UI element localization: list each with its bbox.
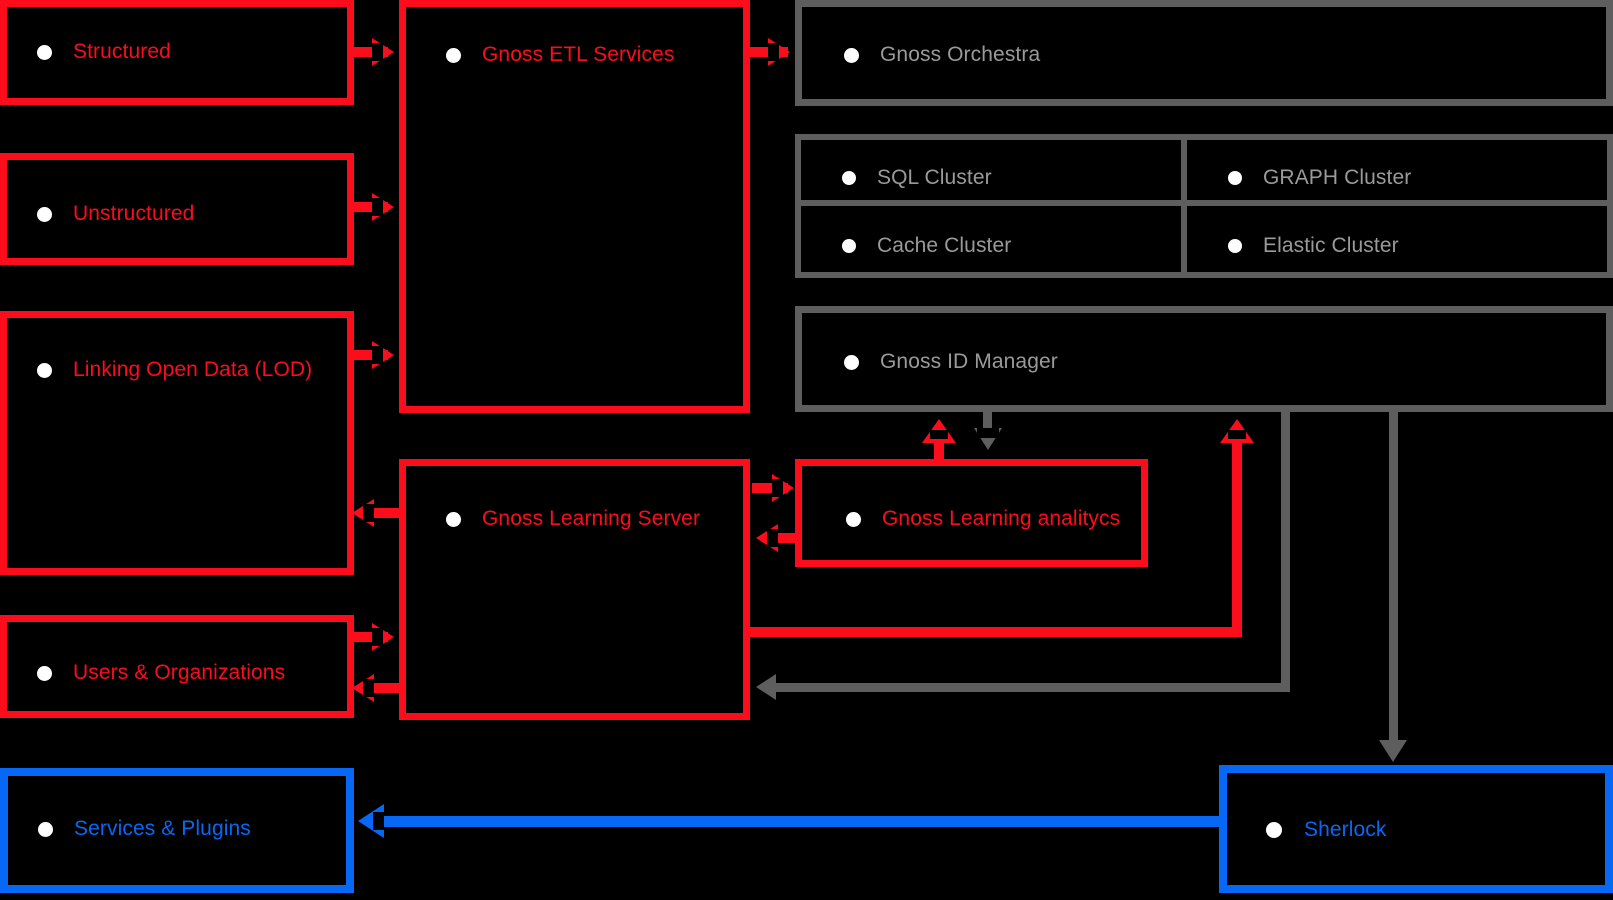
node-label: Unstructured [73,202,195,225]
arrowhead-notch [930,430,948,439]
filled-dot-icon [838,504,868,534]
node-graph-cluster[interactable]: GRAPH Cluster [1181,134,1613,206]
node-gnoss-orchestra[interactable]: Gnoss Orchestra [795,0,1613,106]
filled-dot-icon [1221,164,1249,192]
node-label: Gnoss ETL Services [482,43,675,66]
filled-dot-icon [438,40,468,70]
node-lod[interactable]: Linking Open Data (LOD) [0,311,354,575]
architecture-diagram: Structured Unstructured Linking Open Dat… [0,0,1613,900]
arrowhead-notch [363,504,374,522]
node-sql-cluster[interactable]: SQL Cluster [795,134,1207,206]
arrowhead-notch [772,479,783,497]
node-label: Services & Plugins [74,817,251,840]
filled-dot-icon [1258,814,1290,846]
node-label: Gnoss Learning analitycs [882,507,1121,530]
edge-learningserver-to-idmanager-horizontal [750,627,1242,637]
arrowhead-notch [372,628,383,646]
node-label: Gnoss Learning Server [482,507,701,530]
arrowhead-notch [372,346,383,364]
node-cache-cluster[interactable]: Cache Cluster [795,200,1207,278]
node-elastic-cluster[interactable]: Elastic Cluster [1181,200,1613,278]
node-gnoss-learning-server[interactable]: Gnoss Learning Server [399,459,750,720]
filled-dot-icon [29,199,59,229]
filled-dot-icon [1221,232,1249,260]
filled-dot-icon [836,40,866,70]
node-users-organizations[interactable]: Users & Organizations [0,615,354,718]
node-gnoss-etl-services[interactable]: Gnoss ETL Services [399,0,750,413]
node-sherlock[interactable]: Sherlock [1219,765,1613,893]
node-label: Users & Organizations [73,661,286,684]
filled-dot-icon [29,37,59,67]
node-unstructured[interactable]: Unstructured [0,153,354,265]
node-label: SQL Cluster [877,166,992,189]
edge-idmanager-to-sherlock-line [1389,412,1398,750]
node-label: Gnoss ID Manager [880,350,1058,373]
arrowhead-notch [977,428,999,438]
edge-idmanager-to-learningserver-horizontal [770,683,1290,692]
node-label: Cache Cluster [877,234,1012,257]
filled-dot-icon [836,347,866,377]
arrowhead-notch [1228,430,1246,439]
cluster-grid: SQL Cluster GRAPH Cluster Cache Cluster [795,134,1613,278]
node-structured[interactable]: Structured [0,0,354,105]
edge-sherlock-to-services-line [380,816,1220,827]
filled-dot-icon [29,658,59,688]
node-gnoss-id-manager[interactable]: Gnoss ID Manager [795,306,1613,412]
edge-idmanager-to-sherlock-arrowhead [1379,740,1407,762]
filled-dot-icon [835,232,863,260]
edge-learningserver-to-idmanager-vertical [1232,440,1242,632]
arrowhead-notch [363,679,374,697]
filled-dot-icon [30,814,60,844]
arrowhead-notch [372,43,383,61]
edge-idmanager-to-learningserver-arrowhead [756,674,776,700]
node-label: Sherlock [1304,818,1387,841]
node-gnoss-learning-analytics[interactable]: Gnoss Learning analitycs [795,459,1148,567]
filled-dot-icon [29,355,59,385]
filled-dot-icon [835,164,863,192]
arrowhead-notch [768,43,779,61]
node-label: Linking Open Data (LOD) [73,358,313,381]
node-services-plugins[interactable]: Services & Plugins [0,768,354,893]
node-label: Gnoss Orchestra [880,43,1041,66]
arrowhead-notch [372,198,383,216]
edge-idmanager-to-learningserver-vertical [1281,412,1290,688]
node-label: Structured [73,40,171,63]
node-label: GRAPH Cluster [1263,166,1412,189]
arrowhead-notch [767,529,778,547]
arrowhead-notch [373,812,384,830]
filled-dot-icon [438,504,468,534]
node-label: Elastic Cluster [1263,234,1399,257]
